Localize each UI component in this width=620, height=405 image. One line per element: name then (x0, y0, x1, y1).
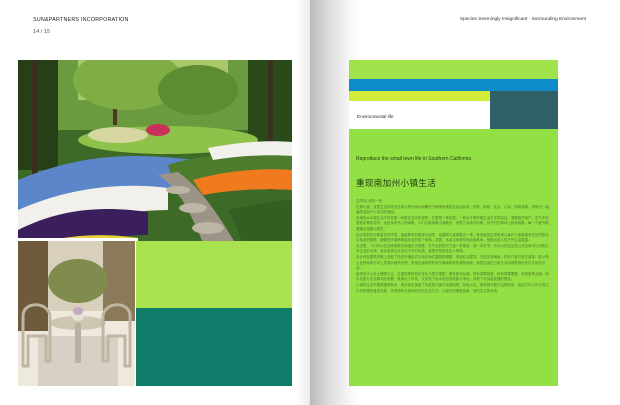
body-paragraph: 设计师在建筑风格上汲取了西班牙殖民式与地中海式建筑的精髓，采用红瓦屋顶、白色灰泥… (356, 254, 549, 271)
body-paragraph: 在南加州小镇生活不仅仅是一种居住空间的感受，它更是一种态度，一种对于慢节奏生活方… (356, 215, 549, 231)
color-band-dark-teal (490, 91, 558, 129)
page-number: 14 / 15 (33, 29, 51, 35)
left-page: SUN&PARTNERS INCORPORATION 14 / 15 (0, 0, 310, 405)
article-subtitle: Reproduce the small town life in Souther… (356, 156, 472, 162)
section-label: Environmental life (357, 114, 394, 119)
right-page: Species Seemingly Insignificant · Surrou… (310, 0, 620, 405)
page-spine-shadow (296, 0, 310, 405)
color-band-lime (349, 60, 558, 79)
decorative-lime-block (136, 241, 292, 308)
patio-photo (18, 241, 135, 386)
color-band-blue (349, 79, 558, 91)
body-paragraph: 景观设计以本土植物为主，注重四季的色彩变化与层次搭配，春有繁花似锦，夏有绿荫如盖… (356, 271, 549, 282)
garden-photo (18, 60, 292, 266)
garden-photo-illustration (18, 60, 292, 266)
article-heading: 重现南加州小镇生活 (356, 178, 437, 188)
patio-photo-illustration (18, 241, 135, 386)
chapter-title: Species Seemingly Insignificant · Surrou… (459, 17, 586, 22)
body-paragraph: 在这里，人们可以在自家庭院中种植花卉蔬果，在午后的阳光下品一杯香茗，读一本好书；… (356, 243, 549, 254)
body-paragraph: 在那小镇，宜居生活的信念总能与阳光雨水和暖的气候等因素相互结合起来，宅院、街巷、… (356, 204, 549, 215)
brand-name: SUN&PARTNERS INCORPORATION (33, 17, 129, 23)
body-paragraph: 社区规划充分尊重自然环境，保留原有的植被与地形，将建筑与景观融为一体。低密度的住… (356, 232, 549, 243)
decorative-teal-block (136, 308, 292, 386)
body-paragraph: 小镇的生活节奏舒缓而有序，商业街区保留了传统的尺度与街道肌理，特色小店、咖啡馆与… (356, 282, 549, 293)
article-body: 文/项目 资料一号 在那小镇，宜居生活的信念总能与阳光雨水和暖的气候等因素相互结… (356, 199, 551, 294)
color-band-yellow (349, 91, 490, 101)
